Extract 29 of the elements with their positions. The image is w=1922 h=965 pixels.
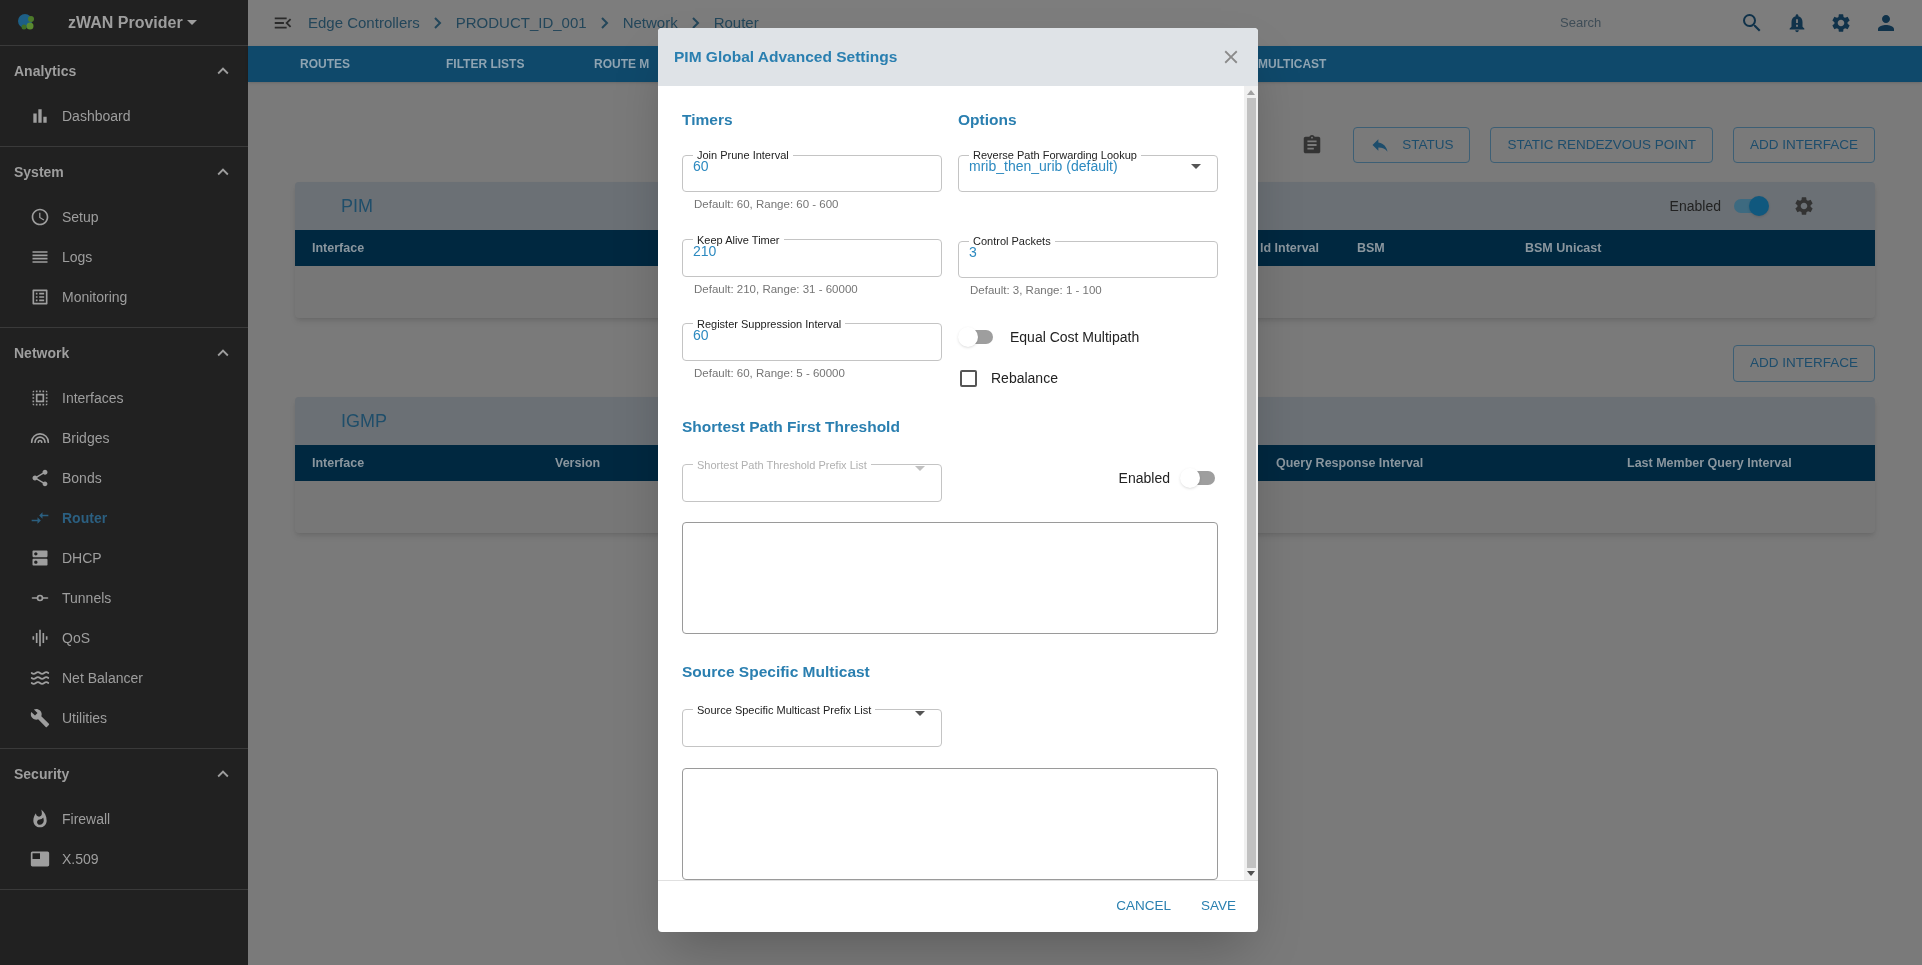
section-heading: Source Specific Multicast bbox=[682, 662, 870, 680]
helper-text: Default: 3, Range: 1 - 100 bbox=[969, 283, 1103, 299]
column-header: Query Response Interval bbox=[1276, 454, 1424, 472]
field-label: Source Specific Multicast Prefix List bbox=[696, 702, 873, 717]
section-heading: Options bbox=[958, 110, 1018, 130]
field-label: Join Prune Interval bbox=[697, 148, 790, 162]
card-title: PIM bbox=[341, 194, 373, 218]
column-header: Last Member Query Interval bbox=[1627, 454, 1792, 472]
section-heading: Timers bbox=[682, 110, 734, 130]
column-header: Version bbox=[555, 454, 601, 472]
card-title: IGMP bbox=[341, 409, 387, 433]
enabled-label: Enabled bbox=[1669, 196, 1721, 216]
toggle-label: Equal Cost Multipath bbox=[1010, 327, 1140, 347]
toggle-label: Enabled bbox=[1118, 468, 1170, 488]
field-label: Keep Alive Timer bbox=[696, 232, 781, 246]
field-label: Shortest Path Threshold Prefix List bbox=[696, 457, 868, 472]
checkbox-label: Rebalance bbox=[991, 368, 1058, 388]
helper-text: Default: 210, Range: 31 - 60000 bbox=[693, 281, 859, 297]
column-header: ld Interval bbox=[1260, 239, 1320, 257]
field-label: Register Suppression Interval bbox=[696, 316, 843, 330]
dialog-title: PIM Global Advanced Settings bbox=[674, 47, 898, 68]
column-header: BSM Unicast bbox=[1525, 239, 1602, 257]
field-label: Control Packets bbox=[973, 234, 1052, 248]
section-heading: Shortest Path First Threshold bbox=[682, 417, 900, 435]
helper-text: Default: 60, Range: 5 - 60000 bbox=[693, 365, 846, 381]
column-header: BSM bbox=[1357, 239, 1385, 257]
helper-text: Default: 60, Range: 60 - 600 bbox=[693, 197, 840, 213]
column-header: Interface bbox=[312, 454, 365, 472]
column-header: Interface bbox=[312, 239, 365, 257]
